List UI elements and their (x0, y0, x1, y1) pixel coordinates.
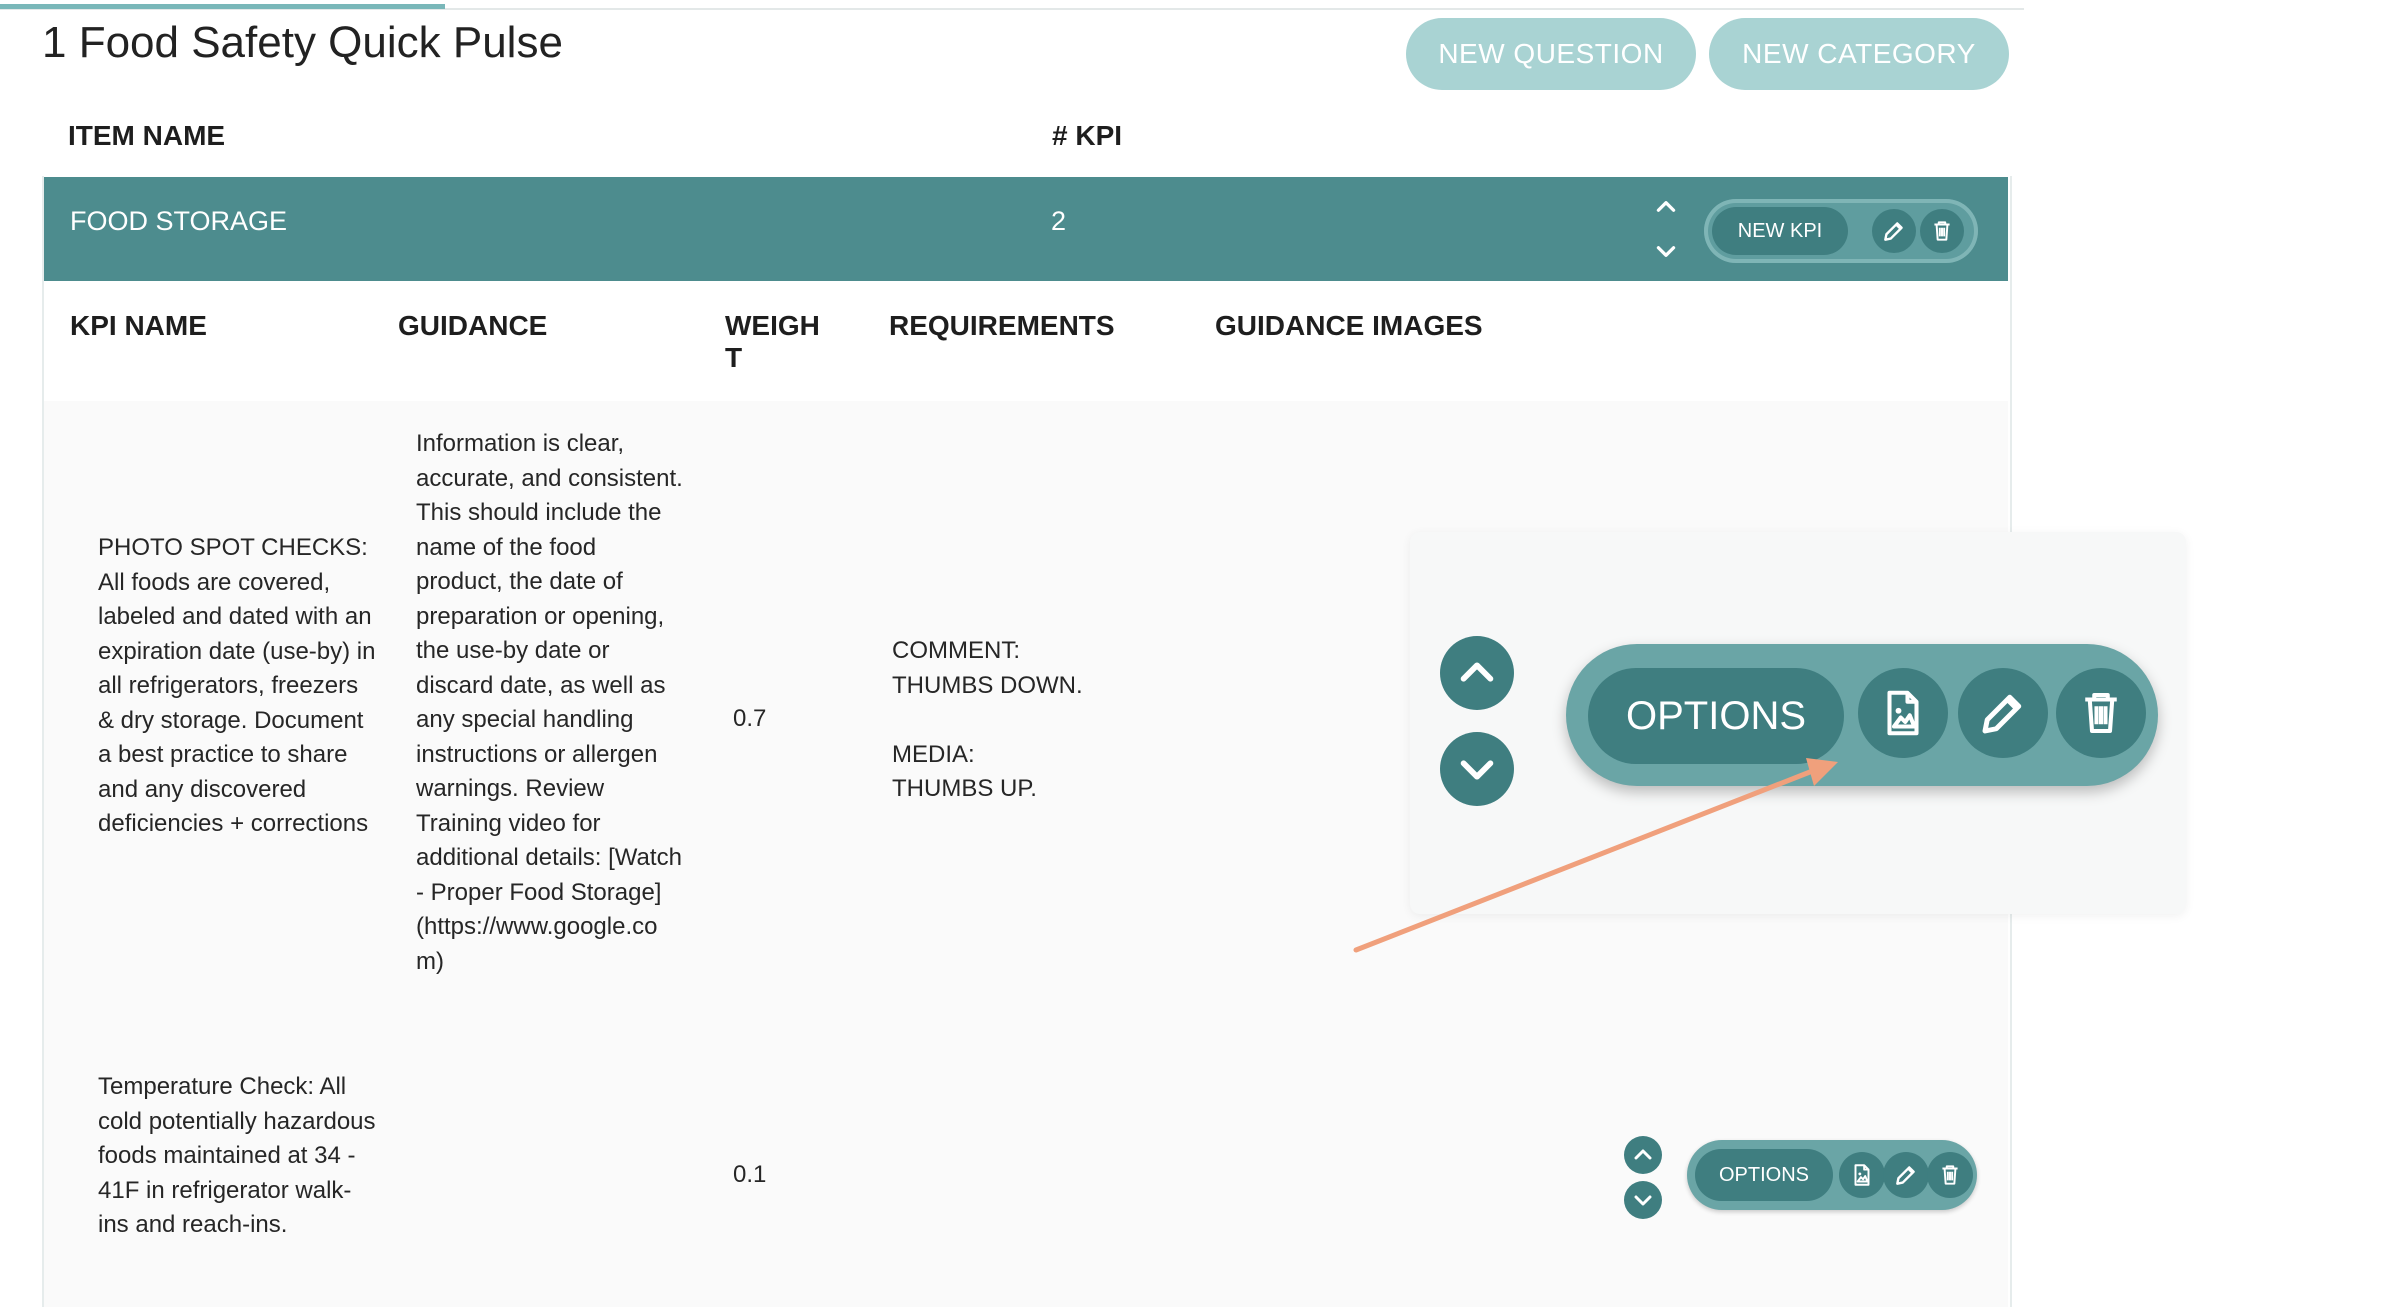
kpi-name-cell: Temperature Check: All cold potentially … (98, 1073, 376, 1238)
chevron-down-icon (1634, 1195, 1652, 1206)
zoom-delete-button[interactable] (2056, 668, 2146, 758)
image-file-icon (1887, 690, 1919, 736)
kpi-actions: OPTIONS (1687, 1140, 1977, 1210)
options-button[interactable]: OPTIONS (1695, 1149, 1833, 1201)
guidance-image-button[interactable] (1839, 1152, 1885, 1198)
zoom-move-down-button[interactable] (1440, 732, 1514, 806)
chevron-down-icon (1460, 760, 1494, 780)
kpi-requirements-cell: COMMENT: THUMBS DOWN. MEDIA: THUMBS UP. (892, 637, 1083, 802)
zoom-options-button[interactable]: OPTIONS (1588, 668, 1844, 764)
delete-kpi-button[interactable] (1927, 1152, 1973, 1198)
column-header-requirements: REQUIREMENTS (889, 310, 1115, 341)
edit-kpi-button[interactable] (1883, 1152, 1929, 1198)
trash-icon (1934, 221, 1950, 241)
zoom-actions: OPTIONS (1566, 644, 2158, 786)
pencil-icon (1884, 222, 1903, 241)
kpi-weight-cell: 0.7 (733, 705, 767, 732)
pencil-icon (1896, 1166, 1915, 1185)
chevron-up-icon (1634, 1149, 1652, 1160)
new-question-button[interactable]: NEW QUESTION (1406, 18, 1696, 90)
new-category-button[interactable]: NEW CATEGORY (1709, 18, 2009, 90)
active-tab-indicator (0, 4, 445, 9)
category-actions: NEW KPI (1704, 199, 1978, 263)
delete-category-button[interactable] (1920, 209, 1964, 253)
zoom-move-up-button[interactable] (1440, 636, 1514, 710)
category-move-up-icon[interactable] (1651, 192, 1681, 222)
column-header-weight: WEIGH T (725, 310, 820, 373)
kpi-name-cell: PHOTO SPOT CHECKS: All foods are covered… (98, 534, 376, 837)
category-name: FOOD STORAGE (70, 206, 288, 236)
column-header-kpi-name: KPI NAME (70, 310, 207, 341)
category-move-down-icon[interactable] (1651, 236, 1681, 266)
kpi-move-down-button[interactable] (1624, 1181, 1662, 1219)
category-kpi-count: 2 (1051, 206, 1067, 236)
column-header-guidance: GUIDANCE (398, 310, 548, 341)
edit-category-button[interactable] (1872, 209, 1916, 253)
zoom-guidance-image-button[interactable] (1858, 668, 1948, 758)
page-title: 1 Food Safety Quick Pulse (42, 18, 563, 67)
kpi-weight-cell: 0.1 (733, 1161, 767, 1188)
zoom-edit-button[interactable] (1958, 668, 2048, 758)
new-kpi-button[interactable]: NEW KPI (1712, 207, 1848, 255)
column-header-kpi-count: # KPI (1052, 120, 1123, 151)
pencil-icon (1982, 694, 2022, 734)
column-header-guidance-images: GUIDANCE IMAGES (1215, 310, 1483, 341)
kpi-move-up-button[interactable] (1624, 1136, 1662, 1174)
column-header-item-name: ITEM NAME (68, 120, 226, 151)
trash-icon (1942, 1165, 1958, 1185)
chevron-up-icon (1460, 662, 1494, 682)
kpi-guidance-cell: Information is clear, accurate, and cons… (416, 430, 683, 975)
image-file-icon (1854, 1164, 1870, 1186)
trash-icon (2085, 692, 2117, 734)
